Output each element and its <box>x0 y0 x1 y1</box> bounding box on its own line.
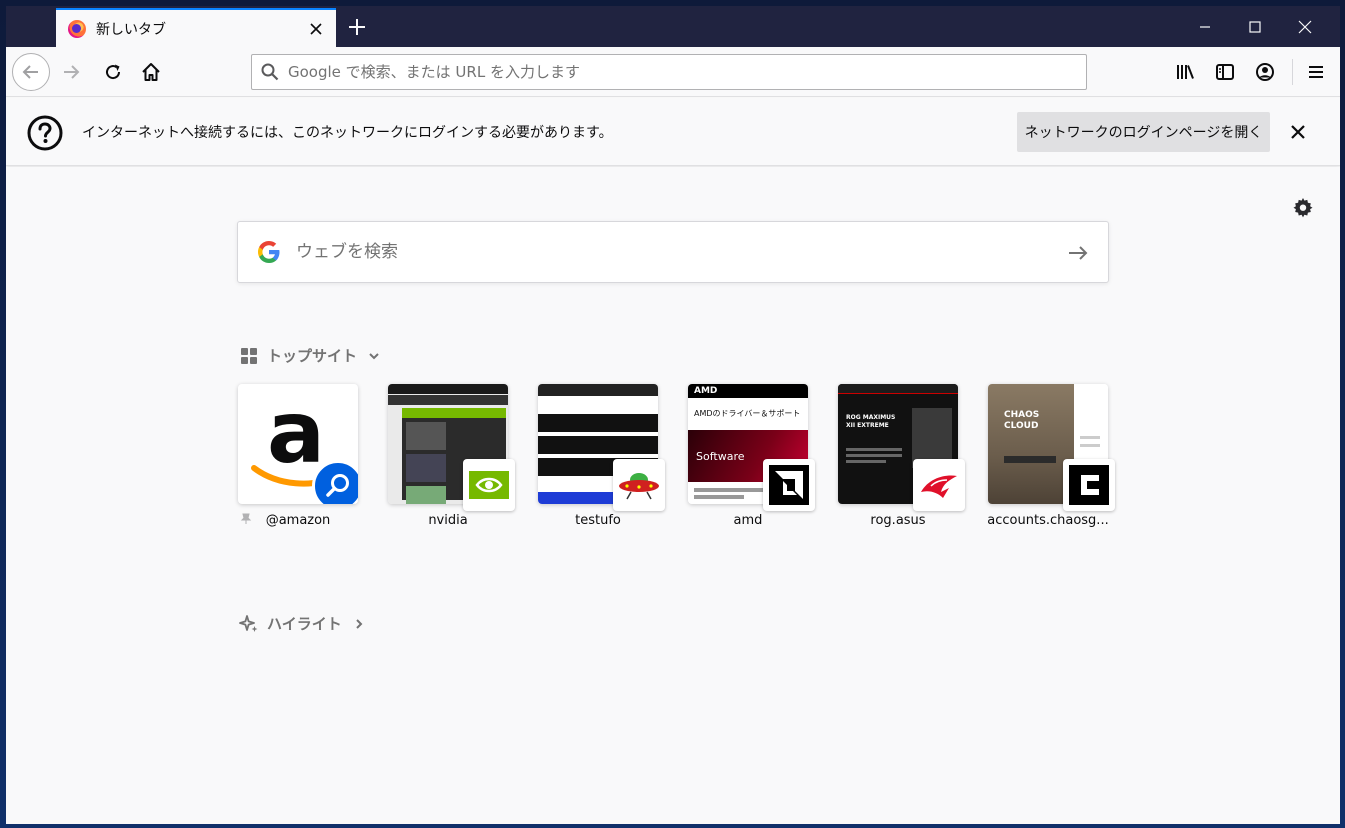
home-icon <box>142 63 160 81</box>
rog-icon <box>913 459 965 511</box>
chaos-icon <box>1063 459 1115 511</box>
highlights-header[interactable]: ハイライト <box>239 613 366 634</box>
url-input[interactable] <box>288 63 1068 81</box>
amd-icon <box>763 459 815 511</box>
help-icon <box>27 115 63 151</box>
top-sites-header[interactable]: トップサイト <box>239 345 381 366</box>
web-search-box[interactable] <box>237 221 1109 283</box>
top-site-amazon[interactable]: a @amazon <box>238 384 358 528</box>
reload-icon <box>106 64 121 80</box>
sidebar-button[interactable] <box>1208 55 1242 89</box>
top-site-testufo[interactable]: testufo <box>538 384 665 528</box>
reload-button[interactable] <box>96 55 130 89</box>
nvidia-icon <box>463 459 515 511</box>
amd-brand-text: AMD <box>688 384 808 398</box>
highlights-title: ハイライト <box>267 615 342 633</box>
top-site-rog-asus[interactable]: ROG MAXIMUS XII EXTREME rog.asus <box>838 384 965 528</box>
tile-thumbnail[interactable]: a <box>238 384 358 504</box>
svg-text:a: a <box>267 384 325 483</box>
new-tab-page: トップサイト a @amazon <box>6 167 1340 824</box>
menu-button[interactable] <box>1299 55 1333 89</box>
maximize-icon <box>1249 20 1261 33</box>
tile-label: rog.asus <box>870 513 926 528</box>
home-button[interactable] <box>134 55 168 89</box>
ufo-icon <box>613 459 665 511</box>
web-search-input[interactable] <box>296 242 1036 262</box>
amd-product-text: Software <box>696 450 745 463</box>
chevron-right-icon[interactable] <box>352 617 366 631</box>
open-login-page-button[interactable]: ネットワークのログインページを開く <box>1017 112 1270 152</box>
gear-icon <box>1293 198 1313 218</box>
plus-icon <box>349 19 365 35</box>
rog-headline: ROG MAXIMUS XII EXTREME <box>846 414 896 429</box>
new-tab-button[interactable] <box>342 12 372 42</box>
sidebar-icon <box>1216 64 1234 80</box>
tile-label: nvidia <box>428 513 468 528</box>
minimize-button[interactable] <box>1180 6 1230 47</box>
chevron-down-icon[interactable] <box>367 349 381 363</box>
chaos-title: CHAOS CLOUD <box>1004 410 1040 431</box>
library-button[interactable] <box>1168 55 1202 89</box>
notification-close-button[interactable] <box>1286 120 1310 144</box>
close-icon <box>1298 20 1312 33</box>
tile-label: accounts.chaosg... <box>987 513 1109 528</box>
minimize-icon <box>1200 25 1210 28</box>
notification-message: インターネットへ接続するには、このネットワークにログインする必要があります。 <box>82 125 613 141</box>
tile-label: testufo <box>575 513 621 528</box>
firefox-icon <box>68 19 86 38</box>
pin-icon <box>240 513 252 524</box>
address-bar[interactable] <box>251 54 1087 90</box>
maximize-button[interactable] <box>1230 6 1280 47</box>
sparkle-icon <box>239 614 259 634</box>
search-icon <box>326 474 349 497</box>
captive-portal-notification: インターネットへ接続するには、このネットワークにログインする必要があります。 ネ… <box>6 98 1340 166</box>
tile-label: amd <box>733 513 763 528</box>
top-sites-title: トップサイト <box>267 347 358 365</box>
navigation-toolbar <box>6 47 1340 97</box>
amd-page-heading: AMDのドライバー＆サポート <box>694 409 801 418</box>
tile-label: @amazon <box>265 513 331 528</box>
top-site-chaos[interactable]: CHAOS CLOUD accounts.chaosg... <box>987 384 1115 528</box>
forward-button[interactable] <box>54 55 88 89</box>
hamburger-icon <box>1309 66 1323 78</box>
customize-button[interactable] <box>1291 195 1315 219</box>
close-icon <box>1291 125 1305 139</box>
top-site-nvidia[interactable]: nvidia <box>388 384 515 528</box>
arrow-right-icon <box>64 65 80 79</box>
tab-close-button[interactable] <box>304 17 328 41</box>
google-icon <box>258 241 280 263</box>
tab-strip: 新しいタブ <box>6 6 1340 47</box>
top-site-amd[interactable]: AMD AMDのドライバー＆サポート Software amd <box>688 384 815 528</box>
search-icon <box>260 62 280 82</box>
close-icon <box>310 22 322 35</box>
arrow-left-icon <box>22 65 38 79</box>
arrow-right-icon[interactable] <box>1066 241 1090 265</box>
browser-window: 新しいタブ Google で検索、または URL を入力します インターネットへ… <box>6 6 1340 824</box>
grid-icon <box>239 346 259 366</box>
tab-title: 新しいタブ <box>96 21 166 38</box>
back-button[interactable] <box>12 53 50 91</box>
window-close-button[interactable] <box>1280 6 1330 47</box>
account-icon <box>1256 63 1274 81</box>
search-shortcut-badge <box>312 460 358 504</box>
library-icon <box>1177 65 1194 79</box>
tab-new-tab[interactable]: 新しいタブ <box>56 8 336 47</box>
account-button[interactable] <box>1248 55 1282 89</box>
toolbar-separator <box>1292 59 1293 85</box>
